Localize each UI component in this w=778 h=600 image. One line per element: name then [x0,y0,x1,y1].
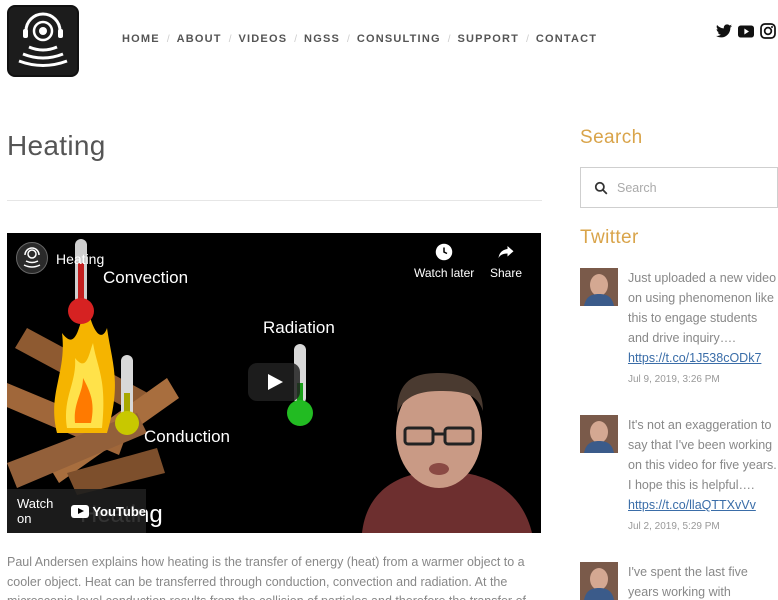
nav-separator: / [447,33,451,45]
radiation-label: Radiation [263,318,335,337]
watch-later-button[interactable]: Watch later [414,243,474,280]
main-nav: HOME / ABOUT / VIDEOS / NGSS / CONSULTIN… [122,33,597,45]
tweet-text: It's not an exaggeration to say that I'v… [628,418,777,492]
youtube-icon[interactable] [738,25,754,43]
watch-later-label: Watch later [414,266,475,280]
video-title[interactable]: Heating [56,251,104,267]
share-label: Share [490,266,523,280]
instagram-icon[interactable] [760,23,776,44]
avatar-image [580,268,618,306]
tweet-link[interactable]: https://t.co/1J538cODk7 [628,348,778,368]
nav-about[interactable]: ABOUT [177,33,222,45]
search-box[interactable] [580,167,778,208]
search-icon [594,181,608,194]
share-button[interactable]: Share [490,243,522,280]
presenter-image [362,373,532,533]
nav-separator: / [526,33,529,45]
video-player[interactable]: Heating Watch later Share Convection Rad… [7,233,541,533]
watch-on-youtube-button[interactable]: Watch on YouTube [7,489,146,533]
tweet-text: I've spent the last five years working w… [628,565,748,599]
tweet-avatar[interactable] [580,268,618,306]
play-button[interactable] [248,363,300,401]
youtube-play-icon [71,504,90,518]
tweet-text: Just uploaded a new video on using pheno… [628,271,777,345]
twitter-icon[interactable] [716,24,732,43]
convection-label: Convection [103,268,189,287]
conduction-label: Conduction [144,427,231,446]
headphones-logo-icon [18,12,68,67]
avatar-image [580,562,618,600]
search-heading: Search [580,127,643,148]
nav-contact[interactable]: CONTACT [536,33,597,45]
social-links [716,23,776,44]
search-input[interactable] [617,180,757,195]
tweet-avatar[interactable] [580,415,618,453]
channel-avatar[interactable] [16,242,48,274]
page-title: Heating [7,130,106,161]
nav-separator: / [294,33,298,45]
share-icon [498,246,514,258]
tweet-avatar[interactable] [580,562,618,600]
nav-videos[interactable]: VIDEOS [238,33,287,45]
nav-home[interactable]: HOME [122,33,160,45]
channel-logo-icon [23,247,41,268]
tweet-link[interactable]: https://t.co/llaQTTXvVv [628,495,778,515]
video-description: Paul Andersen explains how heating is th… [7,555,526,600]
youtube-wordmark: YouTube [92,503,146,519]
twitter-heading: Twitter [580,227,639,248]
tweet-timestamp[interactable]: Jul 9, 2019, 3:26 PM [628,374,778,385]
nav-ngss[interactable]: NGSS [304,33,340,45]
nav-separator: / [228,33,232,45]
title-divider [7,200,542,201]
clock-icon [435,243,453,261]
nav-separator: / [347,33,350,45]
watch-on-label: Watch on [17,496,54,526]
avatar-image [580,415,618,453]
nav-separator: / [166,33,170,45]
youtube-logo: YouTube [71,504,146,519]
site-logo[interactable] [7,5,79,77]
tweet-timestamp[interactable]: Jul 2, 2019, 5:29 PM [628,521,778,532]
nav-consulting[interactable]: CONSULTING [357,33,441,45]
nav-support[interactable]: SUPPORT [458,33,520,45]
